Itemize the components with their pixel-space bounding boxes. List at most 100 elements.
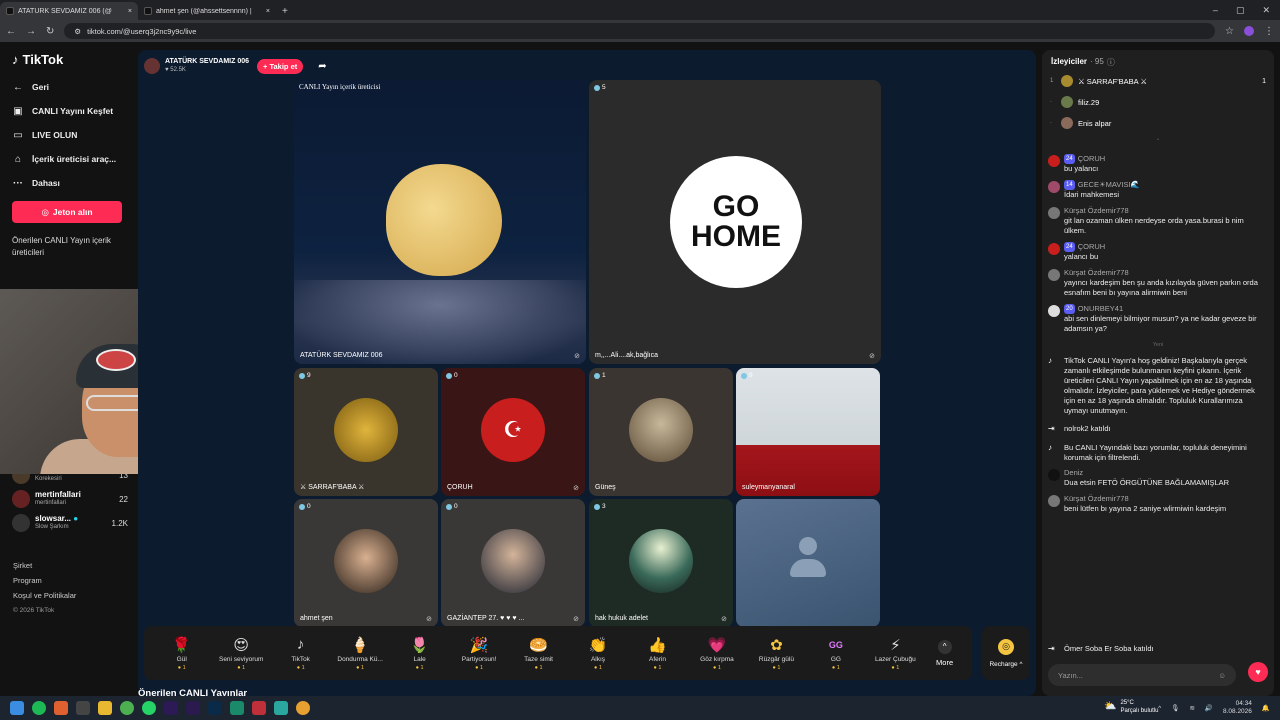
gift-item[interactable]: 🥯 Taze simit ● 1	[509, 636, 568, 671]
whatsapp-icon[interactable]	[142, 701, 156, 715]
app-icon[interactable]	[76, 701, 90, 715]
avatar[interactable]	[1048, 243, 1060, 255]
host-avatar[interactable]	[144, 58, 160, 74]
gift-item[interactable]: 💗 Göz kırpma ● 1	[687, 636, 746, 671]
url-field[interactable]: ⚙ tiktok.com/@userq3j2nc9y9c/live	[64, 23, 1216, 39]
guest-tile[interactable]: 9 ⚔ SARRAF'BABA ⚔	[294, 368, 438, 496]
notification-icon[interactable]: 🔔	[1262, 704, 1270, 712]
gift-item[interactable]: 🎉 Partiyorsun! ● 1	[449, 636, 508, 671]
avatar[interactable]	[1048, 207, 1060, 219]
app-icon[interactable]	[230, 701, 244, 715]
chrome-icon[interactable]	[296, 701, 310, 715]
avatar[interactable]	[1048, 495, 1060, 507]
chat-username[interactable]: GECE☀MAVISI🌊	[1078, 180, 1140, 190]
app-icon[interactable]	[54, 701, 68, 715]
avatar[interactable]	[1048, 305, 1060, 317]
back-nav-icon[interactable]: ←	[6, 26, 16, 37]
gift-item[interactable]: 🍦 Dondurma Kü... ● 1	[330, 636, 389, 671]
gift-item[interactable]: ✿ Rüzgâr gülü ● 1	[747, 636, 806, 671]
follow-button[interactable]: + Takip et	[257, 58, 304, 74]
gift-item[interactable]: 🌷 Lale ● 1	[390, 636, 449, 671]
weather-widget[interactable]: ⛅ 25°C Parçalı bulutlu	[1104, 699, 1158, 715]
get-coins-button[interactable]: ◎ Jeton alın	[12, 201, 122, 223]
wifi-icon[interactable]: ≋	[1189, 704, 1194, 712]
footer-link-terms[interactable]: Koşul ve Politikalar	[13, 588, 76, 603]
guest-tile[interactable]: 1 Güneş	[589, 368, 733, 496]
chat-username[interactable]: ÇORUH	[1078, 242, 1106, 252]
spotify-icon[interactable]	[32, 701, 46, 715]
chat-username[interactable]: Deniz	[1064, 468, 1083, 478]
guest-tile[interactable]: 0 GAZİANTEP 27. ♥ ♥ ♥ ... ⊘	[441, 499, 585, 627]
chat-username[interactable]: Kürşat Özdemir778	[1064, 206, 1129, 216]
premiere-icon[interactable]	[186, 701, 200, 715]
viewers-heading[interactable]: İzleyiciler · 95 ⓘ	[1051, 57, 1115, 68]
like-heart-button[interactable]: ♥	[1248, 662, 1268, 682]
chrome-icon[interactable]	[120, 701, 134, 715]
tiktok-logo[interactable]: ♪ TikTok	[12, 52, 126, 67]
chevron-up-icon[interactable]: ^	[1158, 705, 1161, 712]
gift-item[interactable]: 🌹 Gül ● 1	[152, 636, 211, 671]
nav-creator-tools[interactable]: ⌂ İçerik üreticisi araç...	[12, 147, 126, 171]
photoshop-icon[interactable]	[208, 701, 222, 715]
windows-start-icon[interactable]	[10, 701, 24, 715]
chat-username[interactable]: Kürşat Özdemir778	[1064, 268, 1129, 278]
gift-item[interactable]: 👏 Alkış ● 1	[568, 636, 627, 671]
browser-tab[interactable]: ahmet şen (@ahssettsennnn) | ×	[138, 2, 276, 20]
chat-username[interactable]: ONURBEY41	[1078, 304, 1123, 314]
mic-icon[interactable]: 🎙	[1171, 704, 1179, 712]
emoji-icon[interactable]: ☺	[1218, 671, 1226, 680]
guest-tile[interactable]: 3 hak hukuk adelet ⊘	[589, 499, 733, 627]
volume-icon[interactable]: 🔊	[1205, 704, 1213, 712]
close-window-icon[interactable]: ✕	[1262, 5, 1270, 16]
app-icon[interactable]	[252, 701, 266, 715]
minimize-icon[interactable]: –	[1213, 5, 1218, 15]
clock[interactable]: 04:34 8.08.2026	[1223, 700, 1252, 716]
creator-item[interactable]: mertinfallari mertinfallari 22	[12, 490, 128, 508]
chat-username[interactable]: ÇORUH	[1078, 154, 1106, 164]
top-viewer-item[interactable]: 1 ⚔ SARRAF'BABA ⚔ 1	[1050, 75, 1266, 87]
info-icon[interactable]: ⓘ	[1107, 57, 1115, 68]
guest-tile[interactable]: 9 suleymanyanaral	[736, 368, 880, 496]
nav-back[interactable]: ← Geri	[12, 75, 126, 99]
gift-item[interactable]: GG GG ● 1	[806, 636, 865, 671]
app-icon[interactable]	[274, 701, 288, 715]
expand-viewers-icon[interactable]: ⌄	[1042, 136, 1274, 142]
gift-item[interactable]: 👍 Aferin ● 1	[628, 636, 687, 671]
empty-seat-tile[interactable]	[736, 499, 880, 627]
maximize-icon[interactable]: ▢	[1236, 5, 1245, 16]
chat-input[interactable]: Yazın... ☺	[1048, 664, 1236, 686]
recharge-button[interactable]: ◎ Recharge ^	[982, 626, 1030, 680]
gift-item[interactable]: 😍 Seni seviyorum ● 1	[211, 636, 270, 671]
guest-tile[interactable]: 0 ahmet şen ⊘	[294, 499, 438, 627]
more-gifts-button[interactable]: ^ More	[925, 639, 964, 667]
footer-link-company[interactable]: Şirket	[13, 558, 76, 573]
nav-more[interactable]: ··· Dahası	[12, 171, 126, 195]
avatar[interactable]	[1048, 469, 1060, 481]
avatar[interactable]	[1048, 269, 1060, 281]
browser-tab-active[interactable]: ATATÜRK SEVDAMIZ 006 (@ ×	[0, 2, 138, 20]
top-viewer-item[interactable]: · filiz.29	[1050, 96, 1266, 108]
chat-username[interactable]: Kürşat Özdemir778	[1064, 494, 1129, 504]
guest-tile[interactable]: 0 ☪ ÇORUH ⊘	[441, 368, 585, 496]
guest-tile[interactable]: 5 GO HOME m,,...Ali....ak,bağlıca ⊘	[589, 80, 881, 364]
gift-item[interactable]: ⚡ Lazer Çubuğu ● 1	[866, 636, 925, 671]
new-tab-icon[interactable]: +	[282, 6, 288, 17]
host-tile[interactable]: CANLI Yayın içerik üreticisi ATATÜRK SEV…	[294, 80, 586, 364]
site-info-icon[interactable]: ⚙	[74, 27, 81, 36]
reload-icon[interactable]: ↻	[46, 26, 54, 37]
after-effects-icon[interactable]	[164, 701, 178, 715]
creator-item[interactable]: slowsar... ● Slow Şarkım 1.2K	[12, 514, 128, 532]
avatar[interactable]	[1048, 181, 1060, 193]
star-icon[interactable]: ☆	[1225, 26, 1234, 37]
nav-explore-live[interactable]: ▣ CANLI Yayını Keşfet	[12, 99, 126, 123]
share-icon[interactable]: ➦	[318, 61, 326, 72]
top-viewer-item[interactable]: · Enis alpar	[1050, 117, 1266, 129]
nav-go-live[interactable]: ▭ LIVE OLUN	[12, 123, 126, 147]
forward-nav-icon[interactable]: →	[26, 26, 36, 37]
close-tab-icon[interactable]: ×	[266, 8, 270, 15]
close-tab-icon[interactable]: ×	[128, 8, 132, 15]
explorer-icon[interactable]	[98, 701, 112, 715]
footer-link-program[interactable]: Program	[13, 573, 76, 588]
gift-item[interactable]: ♪ TikTok ● 1	[271, 636, 330, 671]
host-name[interactable]: ATATÜRK SEVDAMIZ 006	[165, 58, 249, 65]
